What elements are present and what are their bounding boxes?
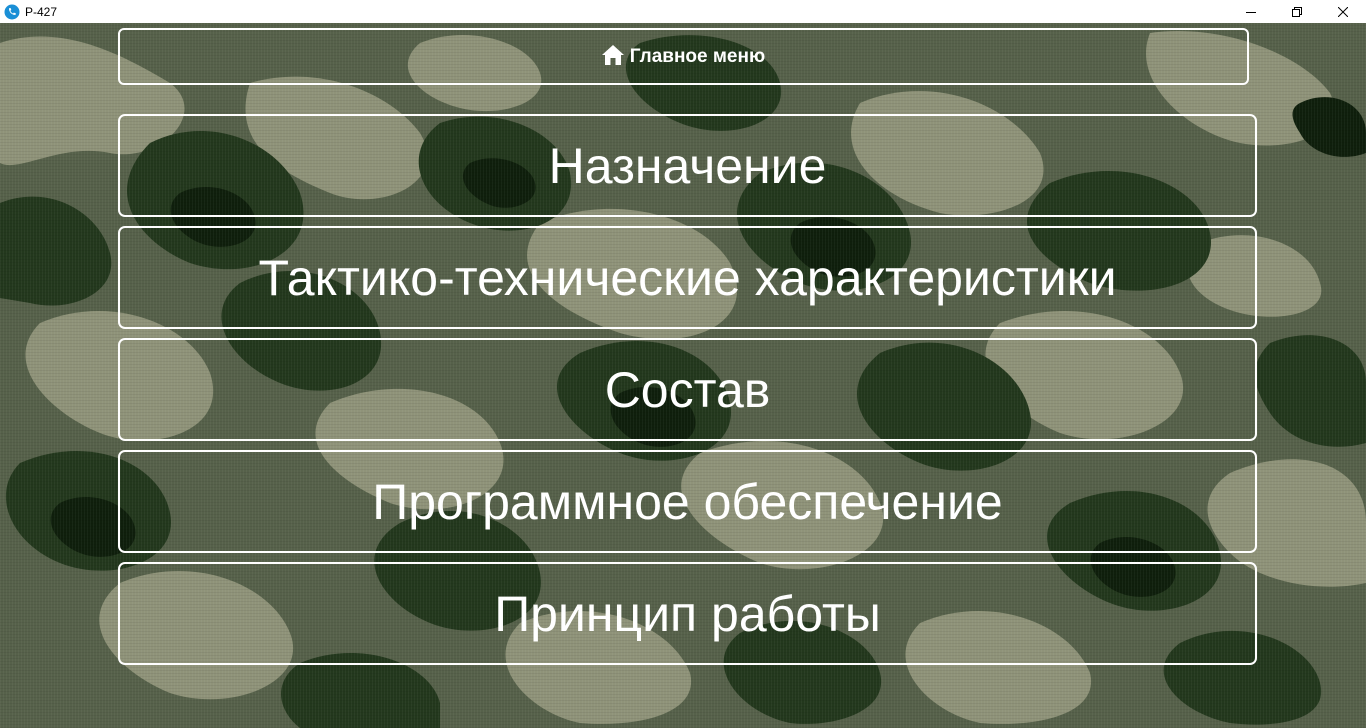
main-content: Главное меню Назначение Тактико-техничес… (0, 23, 1366, 728)
app-window: Р-427 Главное меню Назначение Тактико-те… (0, 0, 1366, 728)
operating-principle-button[interactable]: Принцип работы (118, 562, 1257, 665)
title-bar[interactable]: Р-427 (0, 0, 1366, 23)
composition-label: Состав (604, 361, 771, 418)
software-button[interactable]: Программное обеспечение (118, 450, 1257, 553)
purpose-button[interactable]: Назначение (118, 114, 1257, 217)
minimize-button[interactable] (1228, 0, 1274, 23)
main-menu-button[interactable]: Главное меню (118, 28, 1249, 85)
specifications-label: Тактико-технические характеристики (258, 249, 1117, 306)
window-title: Р-427 (25, 4, 58, 19)
window-controls (1228, 0, 1366, 23)
operating-principle-label: Принцип работы (494, 585, 881, 642)
minimize-icon (1246, 11, 1256, 13)
home-icon (601, 44, 624, 65)
purpose-label: Назначение (548, 137, 827, 194)
main-menu-label: Главное меню (629, 45, 766, 67)
software-label: Программное обеспечение (372, 473, 1003, 530)
phone-app-icon (4, 4, 20, 20)
restore-icon (1292, 6, 1302, 17)
close-icon (1338, 6, 1348, 17)
close-button[interactable] (1320, 0, 1366, 23)
restore-button[interactable] (1274, 0, 1320, 23)
specifications-button[interactable]: Тактико-технические характеристики (118, 226, 1257, 329)
composition-button[interactable]: Состав (118, 338, 1257, 441)
